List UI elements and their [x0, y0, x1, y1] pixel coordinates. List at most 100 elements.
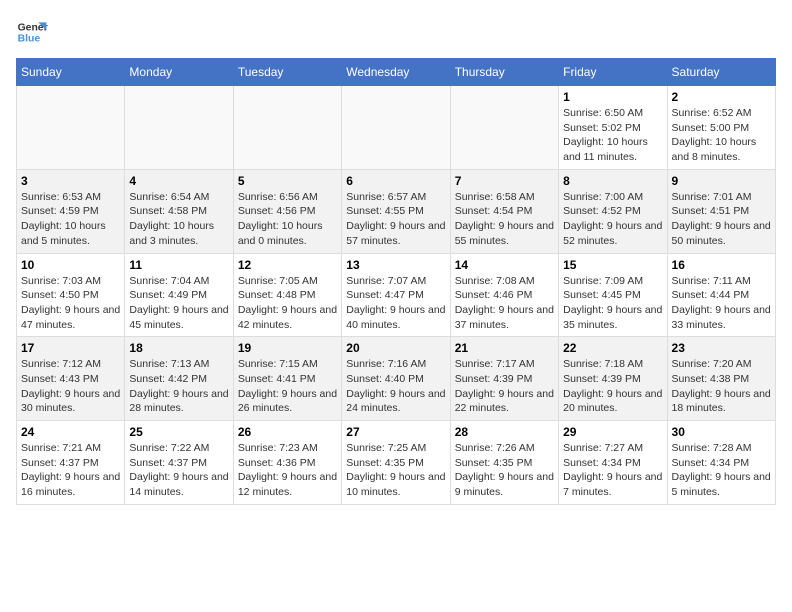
day-number: 3 [21, 174, 120, 188]
calendar-cell: 13 Sunrise: 7:07 AM Sunset: 4:47 PM Dayli… [342, 253, 450, 337]
day-number: 22 [563, 341, 662, 355]
calendar-cell: 4 Sunrise: 6:54 AM Sunset: 4:58 PM Daylig… [125, 169, 233, 253]
day-number: 8 [563, 174, 662, 188]
weekday-header: Sunday [17, 59, 125, 86]
day-number: 5 [238, 174, 337, 188]
day-info: Sunrise: 6:52 AM Sunset: 5:00 PM Dayligh… [672, 106, 771, 165]
day-number: 24 [21, 425, 120, 439]
calendar-cell: 26Sunrise: 7:23 AM Sunset: 4:36 PM Dayli… [233, 421, 341, 505]
day-info: Sunrise: 7:07 AM Sunset: 4:47 PM Dayligh… [346, 274, 445, 333]
day-info: Sunrise: 7:27 AM Sunset: 4:34 PM Dayligh… [563, 441, 662, 500]
day-info: Sunrise: 7:20 AM Sunset: 4:38 PM Dayligh… [672, 357, 771, 416]
day-info: Sunrise: 7:21 AM Sunset: 4:37 PM Dayligh… [21, 441, 120, 500]
calendar-week-row: 10 Sunrise: 7:03 AM Sunset: 4:50 PM Dayli… [17, 253, 776, 337]
day-number: 23 [672, 341, 771, 355]
day-info: Sunrise: 7:22 AM Sunset: 4:37 PM Dayligh… [129, 441, 228, 500]
calendar-cell [342, 86, 450, 170]
day-info: Sunrise: 7:05 AM Sunset: 4:48 PM Dayligh… [238, 274, 337, 333]
day-info: Sunrise: 7:25 AM Sunset: 4:35 PM Dayligh… [346, 441, 445, 500]
day-info: Sunrise: 7:04 AM Sunset: 4:49 PM Dayligh… [129, 274, 228, 333]
calendar-cell [450, 86, 558, 170]
calendar-cell: 6 Sunrise: 6:57 AM Sunset: 4:55 PM Daylig… [342, 169, 450, 253]
weekday-header: Wednesday [342, 59, 450, 86]
day-info: Sunrise: 6:53 AM Sunset: 4:59 PM Dayligh… [21, 190, 120, 249]
svg-text:Blue: Blue [18, 34, 41, 45]
calendar-cell [17, 86, 125, 170]
day-number: 25 [129, 425, 228, 439]
weekday-header: Monday [125, 59, 233, 86]
day-info: Sunrise: 7:15 AM Sunset: 4:41 PM Dayligh… [238, 357, 337, 416]
calendar-cell: 14 Sunrise: 7:08 AM Sunset: 4:46 PM Dayli… [450, 253, 558, 337]
calendar-cell: 23 Sunrise: 7:20 AM Sunset: 4:38 PM Dayli… [667, 337, 775, 421]
day-info: Sunrise: 7:03 AM Sunset: 4:50 PM Dayligh… [21, 274, 120, 333]
day-info: Sunrise: 7:12 AM Sunset: 4:43 PM Dayligh… [21, 357, 120, 416]
day-number: 1 [563, 90, 662, 104]
calendar-cell: 19 Sunrise: 7:15 AM Sunset: 4:41 PM Dayli… [233, 337, 341, 421]
calendar-week-row: 1Sunrise: 6:50 AM Sunset: 5:02 PM Daylig… [17, 86, 776, 170]
calendar-cell: 29Sunrise: 7:27 AM Sunset: 4:34 PM Dayli… [559, 421, 667, 505]
calendar-cell: 16 Sunrise: 7:11 AM Sunset: 4:44 PM Dayli… [667, 253, 775, 337]
day-number: 21 [455, 341, 554, 355]
day-info: Sunrise: 7:11 AM Sunset: 4:44 PM Dayligh… [672, 274, 771, 333]
day-info: Sunrise: 7:09 AM Sunset: 4:45 PM Dayligh… [563, 274, 662, 333]
calendar-cell: 25 Sunrise: 7:22 AM Sunset: 4:37 PM Dayli… [125, 421, 233, 505]
day-number: 6 [346, 174, 445, 188]
day-info: Sunrise: 7:16 AM Sunset: 4:40 PM Dayligh… [346, 357, 445, 416]
day-number: 27 [346, 425, 445, 439]
day-number: 30 [672, 425, 771, 439]
day-number: 20 [346, 341, 445, 355]
day-info: Sunrise: 6:57 AM Sunset: 4:55 PM Dayligh… [346, 190, 445, 249]
logo-icon: General Blue [16, 16, 48, 48]
calendar-cell: 5Sunrise: 6:56 AM Sunset: 4:56 PM Daylig… [233, 169, 341, 253]
calendar-cell: 12 Sunrise: 7:05 AM Sunset: 4:48 PM Dayli… [233, 253, 341, 337]
day-number: 7 [455, 174, 554, 188]
calendar-cell [233, 86, 341, 170]
calendar-table: SundayMondayTuesdayWednesdayThursdayFrid… [16, 58, 776, 505]
calendar-cell: 22 Sunrise: 7:18 AM Sunset: 4:39 PM Dayli… [559, 337, 667, 421]
day-number: 10 [21, 258, 120, 272]
day-info: Sunrise: 7:00 AM Sunset: 4:52 PM Dayligh… [563, 190, 662, 249]
day-info: Sunrise: 7:17 AM Sunset: 4:39 PM Dayligh… [455, 357, 554, 416]
day-info: Sunrise: 6:54 AM Sunset: 4:58 PM Dayligh… [129, 190, 228, 249]
calendar-cell: 30Sunrise: 7:28 AM Sunset: 4:34 PM Dayli… [667, 421, 775, 505]
calendar-cell: 20 Sunrise: 7:16 AM Sunset: 4:40 PM Dayli… [342, 337, 450, 421]
day-info: Sunrise: 7:08 AM Sunset: 4:46 PM Dayligh… [455, 274, 554, 333]
day-number: 17 [21, 341, 120, 355]
calendar-cell: 11 Sunrise: 7:04 AM Sunset: 4:49 PM Dayli… [125, 253, 233, 337]
day-number: 15 [563, 258, 662, 272]
weekday-header: Saturday [667, 59, 775, 86]
page-header: General Blue [16, 16, 776, 48]
calendar-header-row: SundayMondayTuesdayWednesdayThursdayFrid… [17, 59, 776, 86]
calendar-cell: 7Sunrise: 6:58 AM Sunset: 4:54 PM Daylig… [450, 169, 558, 253]
day-info: Sunrise: 7:26 AM Sunset: 4:35 PM Dayligh… [455, 441, 554, 500]
day-number: 26 [238, 425, 337, 439]
calendar-cell: 28 Sunrise: 7:26 AM Sunset: 4:35 PM Dayli… [450, 421, 558, 505]
day-number: 9 [672, 174, 771, 188]
day-number: 2 [672, 90, 771, 104]
calendar-week-row: 17 Sunrise: 7:12 AM Sunset: 4:43 PM Dayli… [17, 337, 776, 421]
calendar-cell: 21 Sunrise: 7:17 AM Sunset: 4:39 PM Dayli… [450, 337, 558, 421]
calendar-week-row: 24 Sunrise: 7:21 AM Sunset: 4:37 PM Dayli… [17, 421, 776, 505]
day-number: 16 [672, 258, 771, 272]
calendar-cell: 9Sunrise: 7:01 AM Sunset: 4:51 PM Daylig… [667, 169, 775, 253]
day-number: 11 [129, 258, 228, 272]
calendar-cell [125, 86, 233, 170]
calendar-cell: 10 Sunrise: 7:03 AM Sunset: 4:50 PM Dayli… [17, 253, 125, 337]
logo: General Blue [16, 16, 48, 48]
day-number: 4 [129, 174, 228, 188]
day-number: 19 [238, 341, 337, 355]
calendar-cell: 15 Sunrise: 7:09 AM Sunset: 4:45 PM Dayli… [559, 253, 667, 337]
calendar-cell: 3 Sunrise: 6:53 AM Sunset: 4:59 PM Daylig… [17, 169, 125, 253]
calendar-cell: 1Sunrise: 6:50 AM Sunset: 5:02 PM Daylig… [559, 86, 667, 170]
weekday-header: Friday [559, 59, 667, 86]
calendar-week-row: 3 Sunrise: 6:53 AM Sunset: 4:59 PM Daylig… [17, 169, 776, 253]
day-number: 12 [238, 258, 337, 272]
day-number: 14 [455, 258, 554, 272]
day-info: Sunrise: 7:18 AM Sunset: 4:39 PM Dayligh… [563, 357, 662, 416]
calendar-cell: 17 Sunrise: 7:12 AM Sunset: 4:43 PM Dayli… [17, 337, 125, 421]
day-number: 18 [129, 341, 228, 355]
day-number: 28 [455, 425, 554, 439]
day-number: 13 [346, 258, 445, 272]
calendar-cell: 18Sunrise: 7:13 AM Sunset: 4:42 PM Dayli… [125, 337, 233, 421]
calendar-cell: 8 Sunrise: 7:00 AM Sunset: 4:52 PM Daylig… [559, 169, 667, 253]
